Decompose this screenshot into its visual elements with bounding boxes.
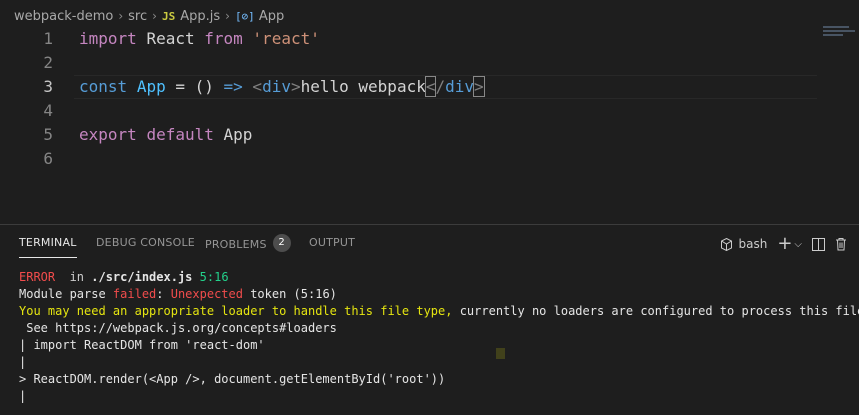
terminal-shell-icon <box>721 237 733 251</box>
code-token: React <box>146 29 195 48</box>
code-token: hello webpack <box>300 77 426 96</box>
breadcrumb-symbol-label: App <box>258 8 285 24</box>
terminal-text: : <box>156 287 171 301</box>
terminal-line: | import ReactDOM from 'react-dom' <box>19 337 859 354</box>
terminal-text: You may need an appropriate loader to ha… <box>19 304 453 318</box>
breadcrumb-item-project[interactable]: webpack-demo <box>14 9 113 24</box>
breadcrumb-item-file[interactable]: JS App.js <box>162 9 220 24</box>
terminal-text: ./src/index.js <box>91 270 193 284</box>
code-token: export <box>79 125 137 144</box>
breadcrumb-item-folder[interactable]: src <box>128 9 147 24</box>
code-line[interactable]: 1 import React from 'react' <box>0 27 859 51</box>
line-number: 6 <box>43 149 53 168</box>
chevron-right-icon: › <box>225 9 230 23</box>
terminal-cursor <box>496 348 505 359</box>
breadcrumb-file-label: App.js <box>180 8 221 24</box>
chevron-down-icon[interactable]: ⌵ <box>794 239 802 250</box>
minimap[interactable] <box>823 26 855 40</box>
terminal-line: | <box>19 354 859 371</box>
terminal-text: See https://webpack.js.org/concepts#load… <box>19 321 337 335</box>
kill-terminal-button[interactable] <box>835 237 847 251</box>
split-terminal-button[interactable] <box>812 237 825 251</box>
problems-count-badge: 2 <box>272 234 291 252</box>
terminal-text: failed <box>112 287 157 301</box>
terminal-text: ERROR <box>19 270 56 284</box>
shell-name-label: bash <box>738 237 768 251</box>
terminal-text: currently no loaders are configured to p… <box>452 304 859 318</box>
plus-icon: + <box>777 233 793 254</box>
code-text[interactable]: import React from 'react' <box>79 27 320 51</box>
code-token: / <box>435 77 446 96</box>
terminal-line: You may need an appropriate loader to ha… <box>19 303 859 320</box>
code-text[interactable]: const App = () => <div>hello webpack</di… <box>79 75 485 99</box>
code-token: = () <box>165 77 224 96</box>
line-number: 1 <box>43 29 53 48</box>
line-number: 3 <box>43 77 53 96</box>
code-token: 'react' <box>252 29 320 48</box>
terminal-line: Module parse failed: Unexpected token (5… <box>19 286 859 303</box>
code-token: < <box>424 76 437 97</box>
panel-actions: bash + ⌵ <box>721 234 847 254</box>
code-line[interactable]: 5 export default App <box>0 123 859 147</box>
symbol-variable-icon: [⊘] <box>234 9 255 23</box>
split-terminal-icon <box>812 237 825 251</box>
bottom-panel: TERMINAL DEBUG CONSOLE PROBLEMS 2 OUTPUT … <box>0 225 859 415</box>
code-token: App <box>223 125 253 144</box>
terminal-text: > ReactDOM.render(<App />, document.getE… <box>19 372 446 386</box>
terminal-text: | <box>19 355 27 369</box>
tab-problems-label: PROBLEMS <box>205 238 267 251</box>
code-text[interactable]: export default App <box>79 123 252 147</box>
trash-icon <box>836 238 846 251</box>
code-editor[interactable]: 1 import React from 'react' 2 3 const App = … <box>0 27 859 224</box>
tab-debug-console[interactable]: DEBUG CONSOLE <box>96 236 195 258</box>
code-line[interactable]: 6 <box>0 147 859 171</box>
tab-terminal[interactable]: TERMINAL <box>19 236 77 258</box>
terminal-line: See https://webpack.js.org/concepts#load… <box>19 320 859 337</box>
line-number: 2 <box>43 53 53 72</box>
terminal-line: ERROR in ./src/index.js 5:16 <box>19 269 859 286</box>
code-token: from <box>204 29 243 48</box>
code-token: const <box>79 77 128 96</box>
terminal-shell-selector[interactable]: bash <box>721 237 767 251</box>
tab-output[interactable]: OUTPUT <box>309 236 355 258</box>
line-number: 5 <box>43 125 53 144</box>
terminal-text: 5:16 <box>199 270 229 284</box>
code-token: > <box>290 77 301 96</box>
line-number: 4 <box>43 101 53 120</box>
code-token: import <box>79 29 137 48</box>
terminal-line: | <box>19 388 859 405</box>
terminal-text: Unexpected <box>170 287 243 301</box>
tab-problems[interactable]: PROBLEMS 2 <box>205 234 291 258</box>
code-token: => <box>223 77 243 96</box>
javascript-file-icon: JS <box>161 9 176 23</box>
terminal-text: | import ReactDOM from 'react-dom' <box>19 338 265 352</box>
terminal-text: | <box>19 389 27 403</box>
code-token: default <box>146 125 214 144</box>
code-line[interactable]: 2 <box>0 51 859 75</box>
terminal-text: token (5:16) <box>242 287 337 301</box>
chevron-right-icon: › <box>118 9 124 23</box>
code-token: App <box>136 77 166 96</box>
code-token: < <box>252 77 263 96</box>
breadcrumb-item-symbol[interactable]: [⊘] App <box>235 9 284 24</box>
terminal-output[interactable]: ERROR in ./src/index.js 5:16 Module parse… <box>19 269 859 405</box>
chevron-right-icon: › <box>152 9 157 23</box>
terminal-text: Module parse <box>19 287 113 301</box>
code-token: div <box>262 77 291 96</box>
code-line[interactable]: 4 <box>0 99 859 123</box>
new-terminal-button[interactable]: + ⌵ <box>777 233 802 254</box>
code-token: div <box>445 77 475 96</box>
terminal-text: in <box>55 270 92 284</box>
code-token: > <box>473 76 485 97</box>
code-line[interactable]: 3 const App = () => <div>hello webpack</d… <box>0 75 859 99</box>
terminal-line: > ReactDOM.render(<App />, document.getE… <box>19 371 859 388</box>
